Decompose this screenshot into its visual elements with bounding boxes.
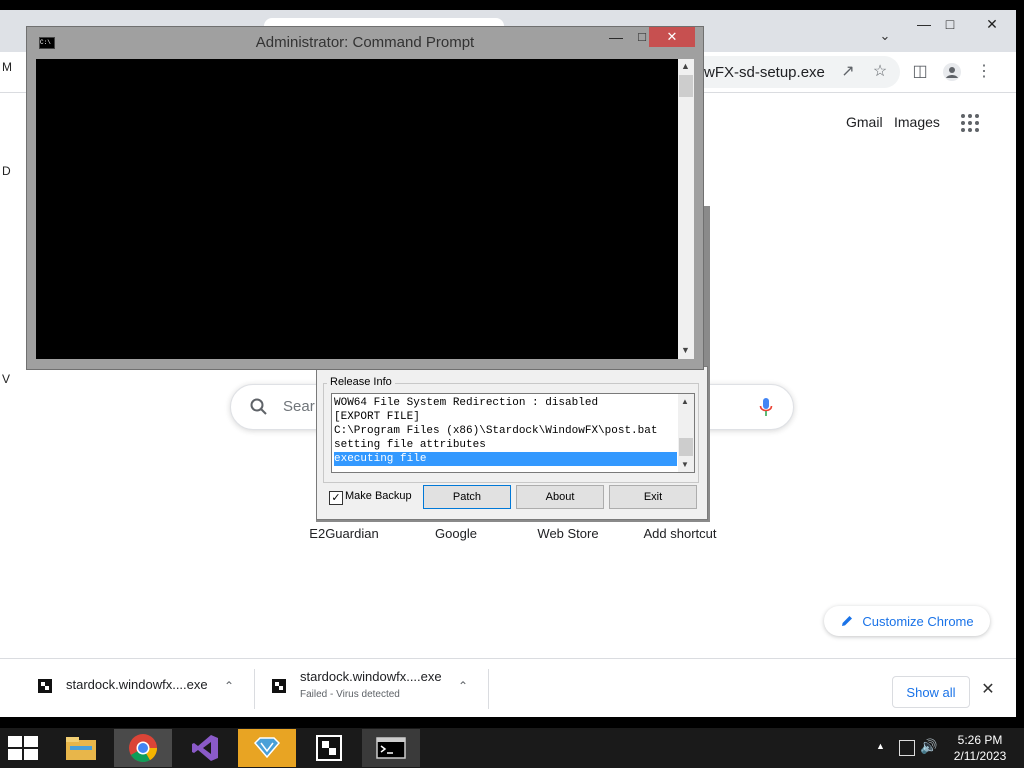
chevron-up-icon[interactable]: ⌃ <box>458 679 468 693</box>
log-line: [EXPORT FILE] <box>334 411 420 423</box>
pencil-icon <box>842 616 853 626</box>
log-line: C:\Program Files (x86)\Stardock\WindowFX… <box>334 425 658 437</box>
chrome-menu-icon[interactable]: ⋮ <box>974 62 994 82</box>
microphone-icon[interactable] <box>759 397 773 417</box>
clock-date: 2/11/2023 <box>953 749 1007 763</box>
shelf-divider <box>488 669 489 709</box>
stardock-file-icon <box>272 679 286 693</box>
cmd-close-button[interactable]: ✕ <box>649 27 695 47</box>
shortcut-google[interactable]: Google <box>401 526 511 541</box>
tab-search-chevron-icon[interactable]: ⌄ <box>876 28 894 46</box>
exit-button[interactable]: Exit <box>609 485 697 509</box>
volume-icon[interactable]: 🔊 <box>920 738 937 755</box>
log-line: WOW64 File System Redirection : disabled <box>334 397 599 409</box>
customize-chrome-label: Customize Chrome <box>862 613 974 629</box>
cmd-console-area[interactable] <box>36 59 678 359</box>
left-strip-letter: V <box>2 372 11 386</box>
cmd-titlebar[interactable]: C:\ Administrator: Command Prompt — □ ✕ <box>27 27 703 57</box>
images-link[interactable]: Images <box>894 114 940 130</box>
stardock-app-icon[interactable] <box>238 729 296 767</box>
clock-time: 5:26 PM <box>957 733 1003 747</box>
log-line-selected: executing file <box>334 452 677 466</box>
patcher-dialog: Release Info WOW64 File System Redirecti… <box>316 366 708 520</box>
chrome-maximize-button[interactable]: □ <box>930 10 970 38</box>
log-line: setting file attributes <box>334 439 486 451</box>
chrome-close-button[interactable]: ✕ <box>972 10 1012 38</box>
patch-button[interactable]: Patch <box>423 485 511 509</box>
about-button[interactable]: About <box>516 485 604 509</box>
gmail-link[interactable]: Gmail <box>846 114 883 130</box>
search-placeholder: Sear <box>283 398 315 415</box>
release-info-log[interactable]: WOW64 File System Redirection : disabled… <box>331 393 695 473</box>
download-item[interactable]: stardock.windowfx....exe Failed - Virus … <box>272 659 482 717</box>
scroll-up-icon[interactable]: ▲ <box>681 397 689 406</box>
show-all-button[interactable]: Show all <box>892 676 970 708</box>
scroll-down-icon[interactable]: ▼ <box>681 345 690 355</box>
left-strip-letter: D <box>2 164 11 178</box>
shortcut-add[interactable]: Add shortcut <box>625 526 735 541</box>
shortcut-e2guardian[interactable]: E2Guardian <box>289 526 399 541</box>
download-filename: stardock.windowfx....exe <box>300 669 442 684</box>
chrome-icon[interactable] <box>114 729 172 767</box>
download-filename: stardock.windowfx....exe <box>66 677 208 692</box>
customize-chrome-button[interactable]: Customize Chrome <box>824 606 990 636</box>
tray-expand-icon[interactable]: ▲ <box>876 741 885 751</box>
stardock-file-icon <box>38 679 52 693</box>
taskbar-clock[interactable]: 5:26 PM 2/11/2023 <box>948 732 1012 764</box>
taskbar: ▲ 🔊 5:26 PM 2/11/2023 <box>0 728 1024 768</box>
profile-avatar-icon[interactable] <box>942 62 962 82</box>
file-explorer-icon[interactable] <box>52 729 110 767</box>
scroll-down-icon[interactable]: ▼ <box>681 460 689 469</box>
scroll-thumb[interactable] <box>679 438 693 456</box>
make-backup-label: Make Backup <box>345 490 412 502</box>
left-strip-letter: M <box>2 60 12 74</box>
download-status: Failed - Virus detected <box>300 689 400 700</box>
stardock-patcher-icon[interactable] <box>300 729 358 767</box>
command-prompt-window: C:\ Administrator: Command Prompt — □ ✕ … <box>26 26 704 370</box>
network-icon[interactable] <box>899 740 915 756</box>
cmd-minimize-button[interactable]: — <box>603 29 629 51</box>
address-bar-url: wFX-sd-setup.exe <box>704 64 825 81</box>
chevron-up-icon[interactable]: ⌃ <box>224 679 234 693</box>
shelf-divider <box>254 669 255 709</box>
cmd-window-title: Administrator: Command Prompt <box>255 34 475 51</box>
visual-studio-icon[interactable] <box>176 729 234 767</box>
download-shelf: stardock.windowfx....exe ⌃ stardock.wind… <box>0 658 1016 717</box>
scroll-thumb[interactable] <box>679 75 693 97</box>
share-icon[interactable]: ↗ <box>838 62 858 82</box>
scroll-up-icon[interactable]: ▲ <box>681 61 690 71</box>
command-prompt-taskbar-icon[interactable] <box>362 729 420 767</box>
windows-start-icon[interactable] <box>8 736 38 760</box>
bookmark-star-icon[interactable]: ☆ <box>870 62 890 82</box>
close-shelf-icon[interactable]: ✕ <box>980 679 996 699</box>
release-info-label: Release Info <box>327 376 395 388</box>
shortcut-web-store[interactable]: Web Store <box>513 526 623 541</box>
log-scrollbar[interactable]: ▲ ▼ <box>678 394 694 472</box>
download-item[interactable]: stardock.windowfx....exe ⌃ <box>38 659 248 717</box>
make-backup-checkbox[interactable]: ✓ <box>329 491 343 505</box>
google-apps-icon[interactable] <box>961 114 981 134</box>
cmd-scrollbar[interactable]: ▲ ▼ <box>678 59 694 359</box>
search-icon <box>250 398 267 415</box>
side-panel-icon[interactable]: ◫ <box>910 62 930 82</box>
